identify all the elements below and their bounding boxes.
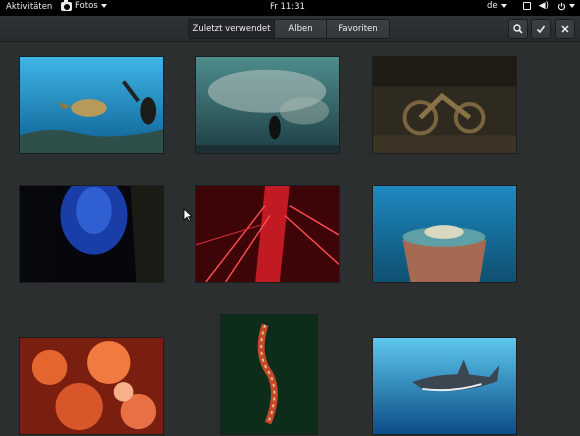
photo-thumbnail[interactable]	[19, 337, 164, 435]
camera-icon	[61, 0, 72, 11]
close-icon	[561, 25, 569, 33]
tab-albums[interactable]: Alben	[275, 20, 327, 38]
photo-image	[373, 186, 516, 282]
power-glyph	[557, 2, 566, 10]
photo-thumbnail[interactable]	[372, 185, 517, 283]
search-button[interactable]	[508, 19, 528, 39]
search-icon	[513, 24, 523, 34]
checkmark-icon	[536, 25, 546, 34]
tab-favorites[interactable]: Favoriten	[327, 20, 389, 38]
system-tray: de ◀)	[487, 1, 575, 11]
chevron-down-icon	[569, 4, 575, 8]
photo-thumbnail[interactable]	[372, 56, 517, 154]
keyboard-layout-label: de	[486, 1, 498, 11]
photo-image	[196, 186, 339, 282]
photo-image	[196, 57, 339, 153]
photo-thumbnail[interactable]	[19, 56, 164, 154]
clock[interactable]: Fr 11:31	[270, 2, 305, 12]
keyboard-layout-indicator[interactable]: de	[487, 1, 507, 11]
chevron-down-icon	[500, 4, 507, 8]
app-menu[interactable]: Fotos	[61, 0, 107, 11]
volume-icon[interactable]: ◀)	[539, 1, 549, 11]
screen-icon[interactable]	[522, 2, 531, 10]
photo-image	[20, 57, 163, 153]
tab-recent[interactable]: Zuletzt verwendet	[189, 20, 275, 38]
photo-image	[20, 338, 163, 434]
photo-thumbnail[interactable]	[19, 185, 164, 283]
gnome-top-bar: Aktivitäten Fotos Fr 11:31 de ◀)	[0, 0, 580, 16]
view-switcher: Zuletzt verwendet Alben Favoriten	[188, 19, 390, 39]
power-icon[interactable]	[557, 2, 575, 11]
photo-thumbnail[interactable]	[372, 337, 517, 435]
photo-grid	[0, 43, 580, 436]
app-menu-label: Fotos	[75, 1, 98, 11]
photo-thumbnail[interactable]	[220, 314, 318, 435]
activities-button[interactable]: Aktivitäten	[6, 2, 52, 12]
mouse-pointer	[183, 208, 193, 222]
photo-image	[373, 338, 516, 434]
photo-image	[20, 186, 163, 282]
header-bar: Zuletzt verwendet Alben Favoriten	[0, 16, 580, 42]
chevron-down-icon	[100, 4, 107, 8]
photo-thumbnail[interactable]	[195, 56, 340, 154]
photo-image	[373, 57, 516, 153]
photo-image	[221, 315, 317, 434]
photo-thumbnail[interactable]	[195, 185, 340, 283]
select-button[interactable]	[531, 19, 551, 39]
close-button[interactable]	[555, 19, 575, 39]
